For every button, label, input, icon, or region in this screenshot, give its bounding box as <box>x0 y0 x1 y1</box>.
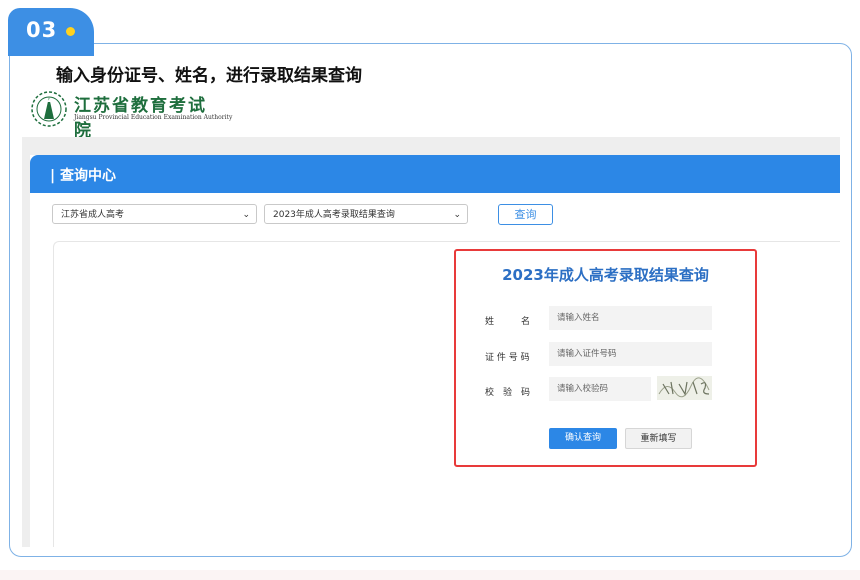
confirm-query-button[interactable]: 确认查询 <box>549 428 617 449</box>
step-number: 03 <box>26 18 58 42</box>
result-query-form: 2023年成人高考录取结果查询 姓 名 请输入姓名 证 件 号 码 请输入证件号… <box>454 249 757 467</box>
logo-subtitle: Jiangsu Provincial Education Examination… <box>74 114 233 121</box>
captcha-noise-icon <box>658 377 710 398</box>
query-center-header: | 查询中心 <box>30 155 840 193</box>
chevron-down-icon: ⌄ <box>453 210 461 220</box>
captcha-label: 校 验 码 <box>485 388 531 398</box>
reset-button[interactable]: 重新填写 <box>625 428 692 449</box>
exam-authority-logo: 江苏省教育考试院 Jiangsu Provincial Education Ex… <box>30 90 232 141</box>
category-select-value: 江苏省成人高考 <box>61 210 125 220</box>
query-type-select-value: 2023年成人高考录取结果查询 <box>273 210 395 220</box>
id-number-label: 证 件 号 码 <box>485 353 530 363</box>
category-select[interactable]: 江苏省成人高考 ⌄ <box>52 204 257 224</box>
bottom-strip <box>0 570 860 580</box>
query-center-title: | 查询中心 <box>50 168 116 184</box>
captcha-input[interactable]: 请输入校验码 <box>549 377 651 401</box>
instruction-headline: 输入身份证号、姓名，进行录取结果查询 <box>56 66 362 86</box>
query-type-select[interactable]: 2023年成人高考录取结果查询 ⌄ <box>264 204 468 224</box>
captcha-image[interactable] <box>657 376 712 400</box>
id-number-input[interactable]: 请输入证件号码 <box>549 342 712 366</box>
form-title: 2023年成人高考录取结果查询 <box>502 266 709 284</box>
name-input[interactable]: 请输入姓名 <box>549 306 712 330</box>
emblem-icon <box>31 91 67 127</box>
name-label: 姓 名 <box>485 317 531 327</box>
chevron-down-icon: ⌄ <box>242 210 250 220</box>
query-button[interactable]: 查询 <box>498 204 553 225</box>
step-dot <box>66 27 75 36</box>
